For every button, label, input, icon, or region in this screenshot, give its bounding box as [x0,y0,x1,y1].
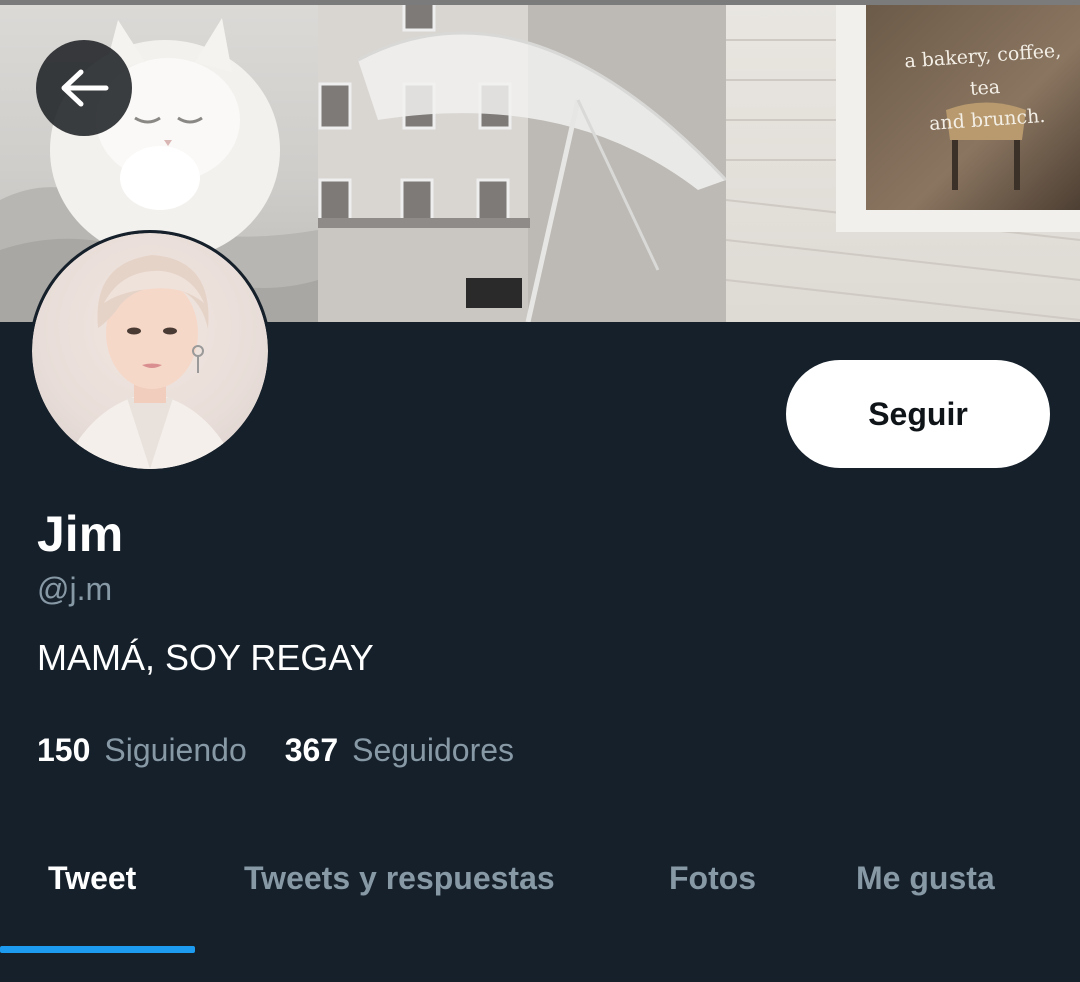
profile-name: Jim [37,506,124,562]
following-count: 150 [37,732,91,768]
following-label: Siguiendo [104,732,247,768]
tab-tweets-and-replies[interactable]: Tweets y respuestas [244,858,555,898]
profile-page: a bakery, coffee, tea and brunch. Seguir… [0,0,1080,982]
profile-handle: @j.m [37,571,113,607]
followers-count: 367 [284,732,339,768]
tab-likes[interactable]: Me gusta [856,858,995,898]
banner-umbrella-photo [318,0,728,322]
status-bar-edge [0,0,1080,5]
arrow-left-icon [61,69,109,107]
followers-label: Seguidores [352,732,515,768]
follow-button[interactable]: Seguir [786,360,1050,468]
avatar-photo [32,233,268,469]
back-button[interactable] [36,40,132,136]
followers-stat[interactable]: 367 Seguidores [285,730,514,770]
profile-bio: MAMÁ, SOY REGAY [37,637,374,678]
tab-photos[interactable]: Fotos [669,858,756,898]
profile-stats: 150 Siguiendo 367 Seguidores [37,730,514,770]
profile-tabs: Tweet Tweets y respuestas Fotos Me gusta [0,838,1080,958]
avatar[interactable] [29,230,271,472]
active-tab-indicator [0,946,195,953]
following-stat[interactable]: 150 Siguiendo [37,730,247,770]
tab-tweets[interactable]: Tweet [48,858,136,898]
banner-shop-text: a bakery, coffee, tea and brunch. [903,39,1062,135]
